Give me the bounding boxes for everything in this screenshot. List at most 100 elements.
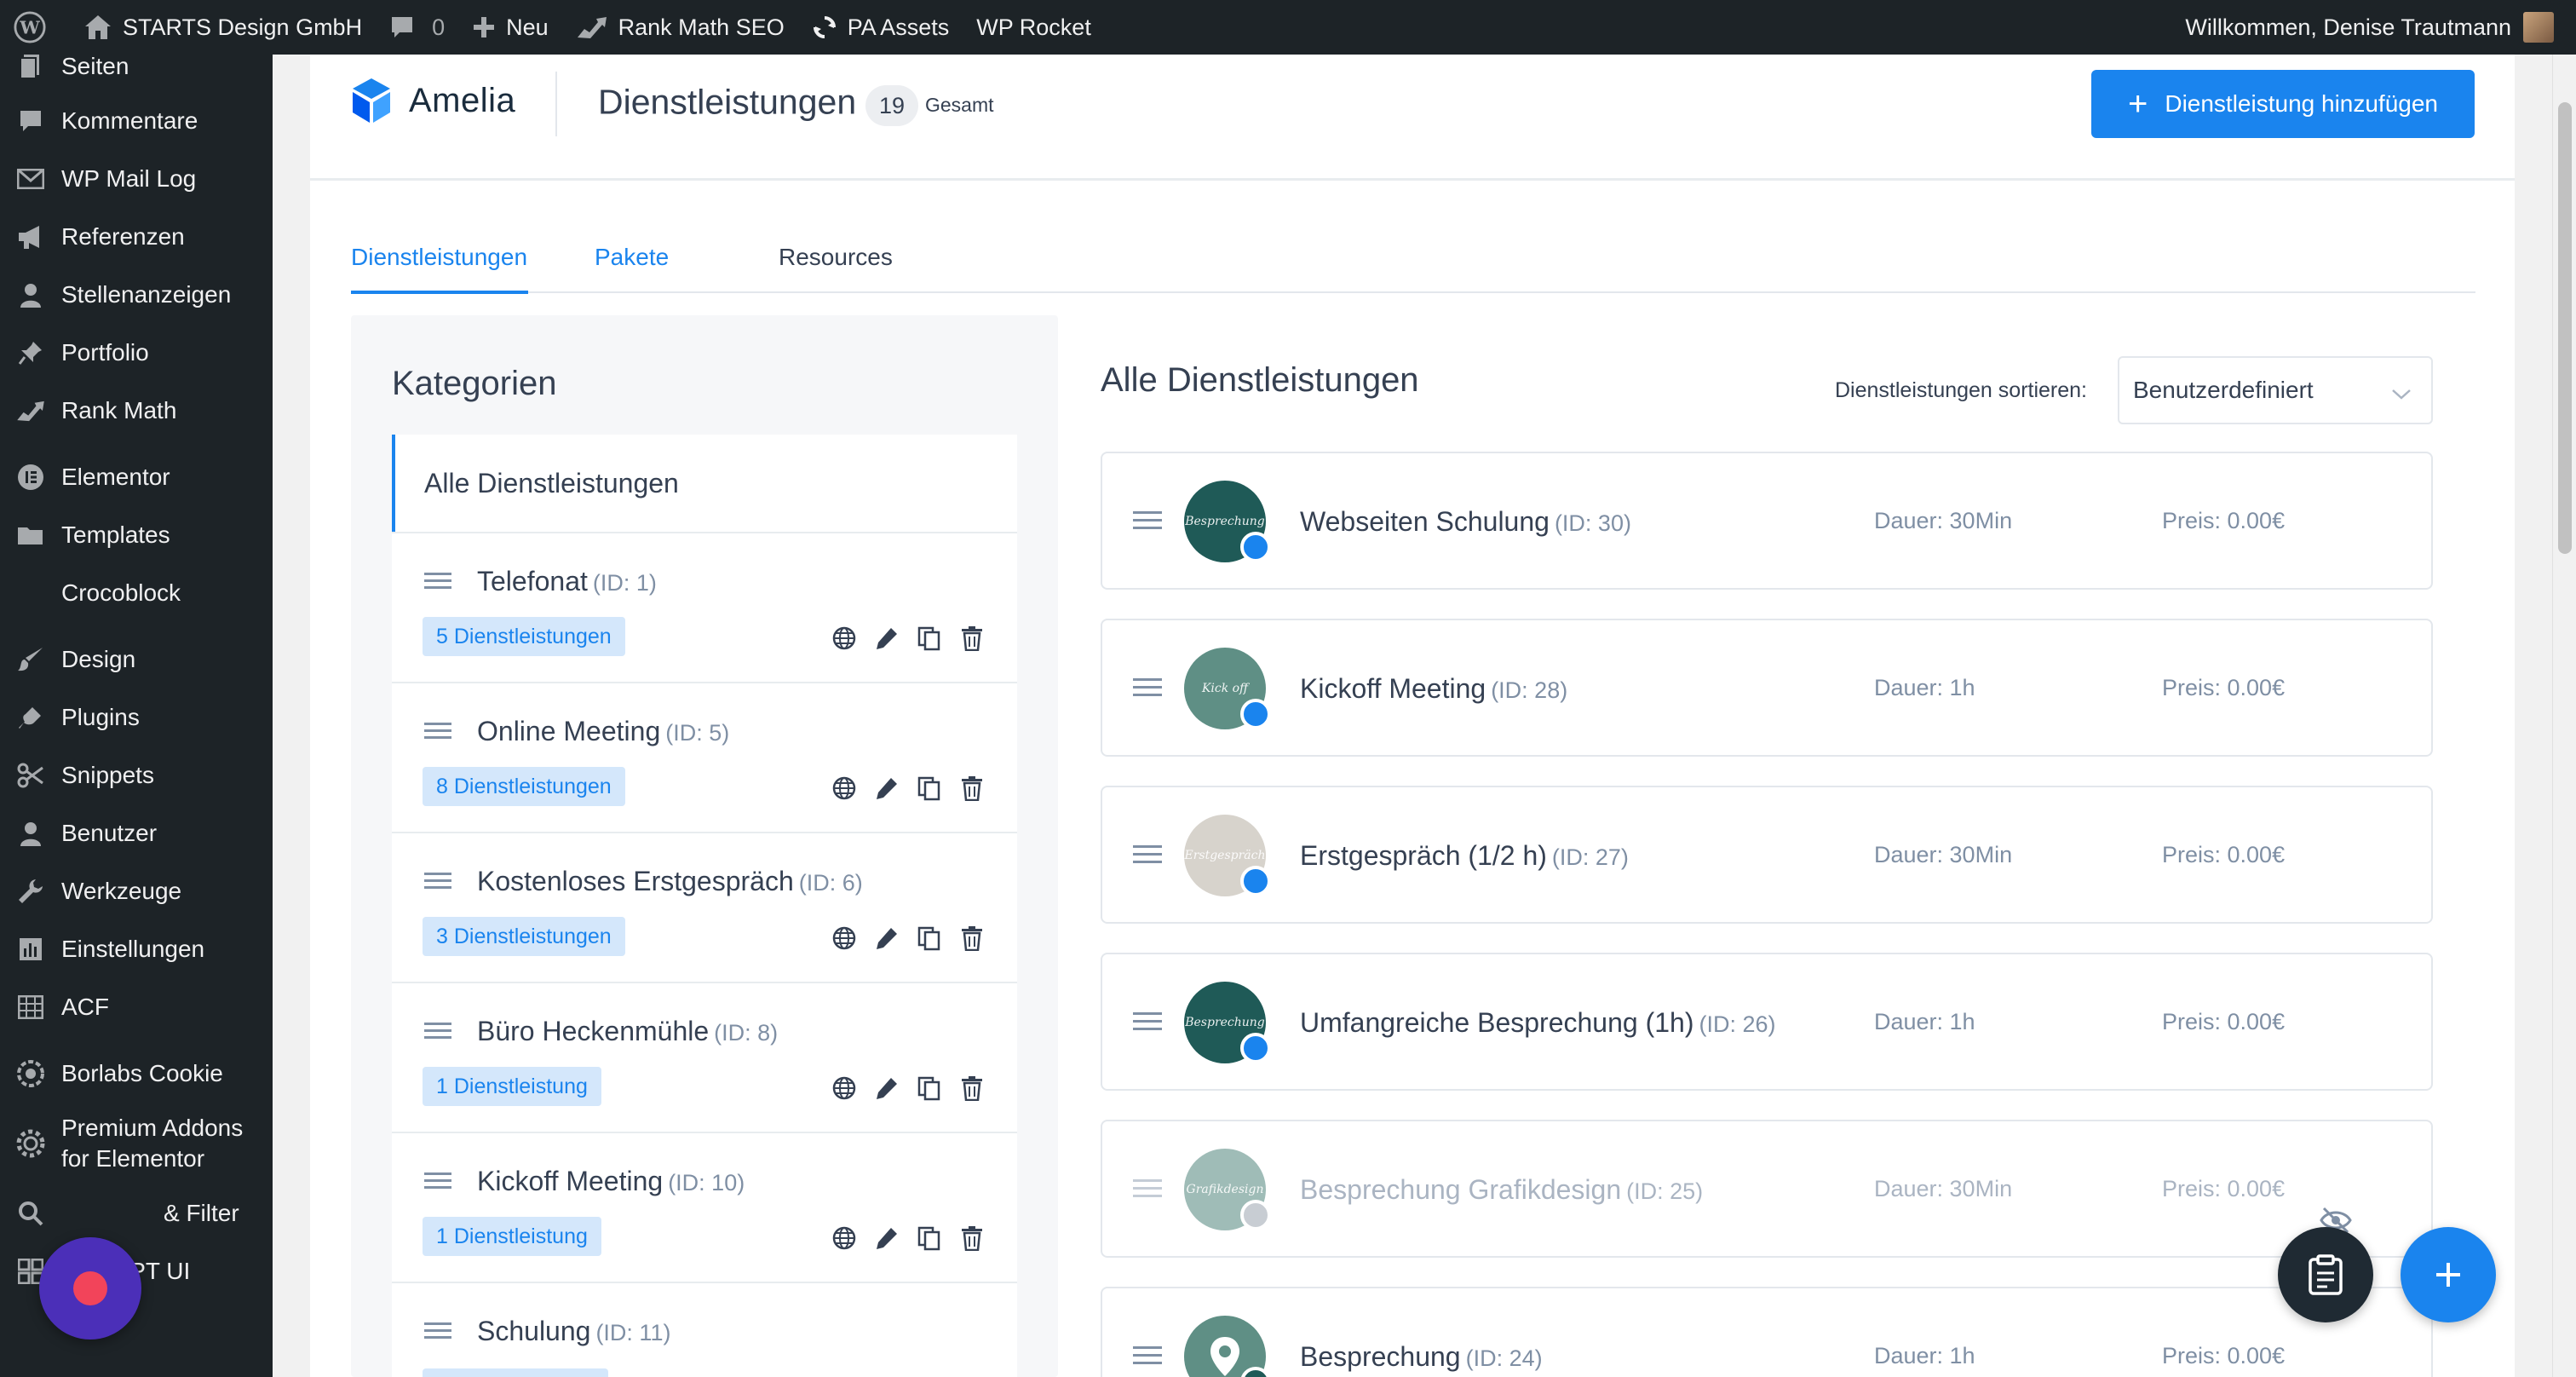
category-item[interactable]: Büro Heckenmühle (ID: 8) 1 Dienstleistung <box>392 982 1017 1132</box>
comments-link[interactable]: 0 <box>376 0 458 55</box>
add-fab[interactable] <box>2401 1227 2496 1322</box>
sidebar-item-referenzen[interactable]: Referenzen <box>0 208 273 266</box>
user-icon <box>15 279 46 310</box>
drag-handle-icon[interactable] <box>424 871 451 896</box>
duplicate-icon[interactable] <box>915 624 944 653</box>
duplicate-icon[interactable] <box>915 924 944 953</box>
drag-handle-icon[interactable] <box>424 1321 451 1345</box>
globe-icon[interactable] <box>830 1074 859 1103</box>
sidebar-item-snippets[interactable]: Snippets <box>0 746 273 804</box>
rankmath-seo-link[interactable]: Rank Math SEO <box>562 0 798 55</box>
page-scrollbar[interactable] <box>2552 55 2576 1377</box>
category-item[interactable]: Online Meeting (ID: 5) 8 Dienstleistungen <box>392 682 1017 832</box>
drag-handle-icon[interactable] <box>424 721 451 746</box>
sidebar-item-benutzer[interactable]: Benutzer <box>0 804 273 862</box>
drag-handle-icon[interactable] <box>1133 1011 1162 1037</box>
delete-icon[interactable] <box>957 624 986 653</box>
category-item[interactable]: Kostenloses Erstgespräch (ID: 6) 3 Dienst… <box>392 832 1017 982</box>
category-all-services[interactable]: Alle Dienstleistungen <box>392 435 1017 532</box>
drag-handle-icon[interactable] <box>424 1171 451 1196</box>
category-count-badge <box>423 1368 608 1377</box>
delete-icon[interactable] <box>957 1074 986 1103</box>
sidebar-item-kommentare[interactable]: Kommentare <box>0 92 273 150</box>
edit-icon[interactable] <box>872 774 901 803</box>
sidebar-item-werkzeuge[interactable]: Werkzeuge <box>0 862 273 920</box>
globe-icon[interactable] <box>830 624 859 653</box>
service-card[interactable]: Besprechung (ID: 24) Dauer: 1h Preis: 0.0… <box>1101 1287 2433 1377</box>
drag-handle-icon[interactable] <box>1133 1345 1162 1371</box>
sidebar-item-plugins[interactable]: Plugins <box>0 688 273 746</box>
drag-handle-icon[interactable] <box>1133 844 1162 870</box>
service-duration: Dauer: 1h <box>1874 675 1975 700</box>
service-card[interactable]: Besprechung Webseiten Schulung (ID: 30) D… <box>1101 452 2433 590</box>
category-item[interactable]: Kickoff Meeting (ID: 10) 1 Dienstleistung <box>392 1132 1017 1282</box>
category-count-badge: 1 Dienstleistung <box>423 1067 601 1106</box>
sidebar-item-label: Templates <box>61 521 170 548</box>
edit-icon[interactable] <box>872 624 901 653</box>
sidebar-item-templates[interactable]: Templates <box>0 506 273 564</box>
service-card[interactable]: Kick off Kickoff Meeting (ID: 28) Dauer: … <box>1101 619 2433 757</box>
category-item[interactable]: Schulung (ID: 11) <box>392 1282 1017 1377</box>
globe-icon[interactable] <box>830 774 859 803</box>
category-id: (ID: 1) <box>592 570 657 596</box>
globe-icon[interactable] <box>830 924 859 953</box>
sidebar-item-borlabs-cookie[interactable]: Borlabs Cookie <box>0 1045 273 1103</box>
drag-handle-icon[interactable] <box>424 571 451 596</box>
amelia-services-page: Amelia Dienstleistungen 19 Gesamt + Dien… <box>310 55 2515 1377</box>
sidebar-item-stellenanzeigen[interactable]: Stellenanzeigen <box>0 266 273 324</box>
duplicate-icon[interactable] <box>915 774 944 803</box>
service-name-text: Kickoff Meeting <box>1300 673 1486 704</box>
edit-icon[interactable] <box>872 1224 901 1253</box>
edit-icon[interactable] <box>872 924 901 953</box>
drag-handle-icon[interactable] <box>424 1021 451 1046</box>
delete-icon[interactable] <box>957 1224 986 1253</box>
service-card[interactable]: Besprechung Umfangreiche Besprechung (1h… <box>1101 953 2433 1091</box>
sidebar-item-acf[interactable]: ACF <box>0 978 273 1036</box>
status-dot <box>1240 866 1271 896</box>
service-card[interactable]: Grafikdesign Besprechung Grafikdesign (ID… <box>1101 1120 2433 1258</box>
sidebar-item-einstellungen[interactable]: Einstellungen <box>0 920 273 978</box>
site-name-link[interactable]: STARTS Design GmbH <box>70 0 376 55</box>
tab-resources[interactable]: Resources <box>779 244 893 271</box>
tab-packages[interactable]: Pakete <box>595 244 669 271</box>
globe-icon[interactable] <box>830 1224 859 1253</box>
sidebar-item-premium-addons[interactable]: Premium Addons for Elementor <box>0 1103 273 1184</box>
sidebar-item-wp-mail-log[interactable]: WP Mail Log <box>0 150 273 208</box>
sidebar-item-portfolio[interactable]: Portfolio <box>0 324 273 382</box>
drag-handle-icon[interactable] <box>1133 510 1162 536</box>
sidebar-item-seiten[interactable]: Seiten <box>0 55 273 92</box>
wordpress-logo[interactable]: W <box>0 0 70 55</box>
my-account[interactable]: Willkommen, Denise Trautmann <box>2185 12 2576 43</box>
sidebar-item-rank-math[interactable]: Rank Math <box>0 382 273 440</box>
status-dot <box>1240 1200 1271 1230</box>
sort-select[interactable]: Benutzerdefiniert <box>2118 356 2433 424</box>
sidebar-item-search-filter[interactable]: & Filter <box>0 1184 273 1242</box>
svg-text:W: W <box>19 17 40 38</box>
sidebar-item-elementor[interactable]: Elementor <box>0 448 273 506</box>
clipboard-fab[interactable] <box>2278 1227 2373 1322</box>
duplicate-icon[interactable] <box>915 1074 944 1103</box>
delete-icon[interactable] <box>957 774 986 803</box>
drag-handle-icon[interactable] <box>1133 677 1162 703</box>
category-name-text: Kostenloses Erstgespräch <box>477 866 794 896</box>
wp-rocket-link[interactable]: WP Rocket <box>963 0 1105 55</box>
sidebar-item-crocoblock[interactable]: Crocoblock <box>0 564 273 622</box>
sidebar-item-design[interactable]: Design <box>0 631 273 688</box>
category-id: (ID: 11) <box>595 1320 671 1345</box>
delete-icon[interactable] <box>957 924 986 953</box>
new-content-link[interactable]: Neu <box>458 0 562 55</box>
screen-record-button[interactable] <box>39 1237 141 1340</box>
scrollbar-thumb[interactable] <box>2558 102 2572 554</box>
status-dot <box>1240 1033 1271 1063</box>
status-dot <box>1240 699 1271 729</box>
tab-services[interactable]: Dienstleistungen <box>351 244 527 271</box>
mail-icon <box>15 164 46 194</box>
drag-handle-icon[interactable] <box>1133 1178 1162 1204</box>
duplicate-icon[interactable] <box>915 1224 944 1253</box>
category-item[interactable]: Telefonat (ID: 1) 5 Dienstleistungen <box>392 532 1017 682</box>
clipboard-icon <box>2309 1254 2343 1295</box>
pa-assets-link[interactable]: PA Assets <box>798 0 963 55</box>
edit-icon[interactable] <box>872 1074 901 1103</box>
service-card[interactable]: Erstgespräch Erstgespräch (1/2 h) (ID: 27… <box>1101 786 2433 924</box>
add-service-button[interactable]: + Dienstleistung hinzufügen <box>2091 70 2475 138</box>
